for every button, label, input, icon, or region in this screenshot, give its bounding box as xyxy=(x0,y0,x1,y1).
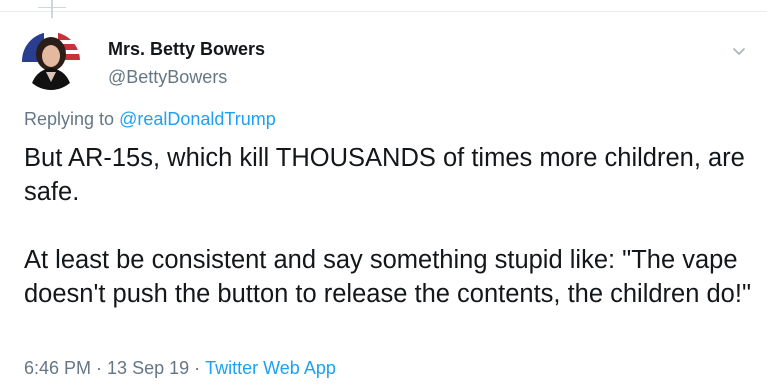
tweet-text: But AR-15s, which kill THOUSANDS of time… xyxy=(24,141,754,311)
author-name[interactable]: Mrs. Betty Bowers xyxy=(108,39,265,60)
tweet-card: Mrs. Betty Bowers @BettyBowers Replying … xyxy=(0,0,767,384)
tweet-paragraph-2: At least be consistent and say something… xyxy=(24,246,751,308)
avatar-image xyxy=(22,32,80,90)
thread-divider xyxy=(38,7,66,8)
reply-handle-link[interactable]: @realDonaldTrump xyxy=(119,109,276,129)
reply-prefix: Replying to xyxy=(24,109,115,129)
top-divider xyxy=(0,11,767,12)
tweet-paragraph-1: But AR-15s, which kill THOUSANDS of time… xyxy=(24,144,745,206)
reply-context: Replying to @realDonaldTrump xyxy=(24,109,276,130)
chevron-down-icon[interactable] xyxy=(730,42,748,60)
avatar[interactable] xyxy=(22,32,80,90)
meta-separator-1: · xyxy=(96,358,103,378)
tweet-time[interactable]: 6:46 PM xyxy=(24,358,91,378)
thread-line xyxy=(51,0,53,18)
tweet-meta: 6:46 PM · 13 Sep 19 · Twitter Web App xyxy=(24,358,336,379)
author-handle[interactable]: @BettyBowers xyxy=(108,67,227,88)
tweet-date[interactable]: 13 Sep 19 xyxy=(107,358,189,378)
tweet-source-link[interactable]: Twitter Web App xyxy=(205,358,336,378)
meta-separator-2: · xyxy=(194,358,201,378)
